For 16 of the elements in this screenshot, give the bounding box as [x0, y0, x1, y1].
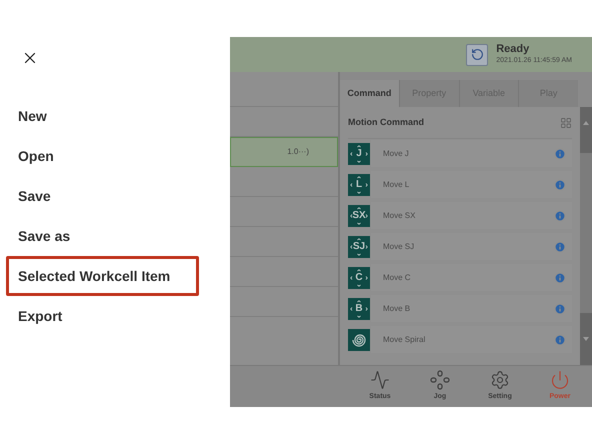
status-label: Ready	[496, 43, 530, 57]
command-glyph: C	[355, 272, 363, 282]
menu-item[interactable]: Save	[6, 176, 199, 216]
menu-item[interactable]: Export	[6, 296, 199, 336]
section-title: Motion Command	[348, 116, 424, 129]
tab[interactable]: Command	[340, 80, 399, 107]
command-glyph: SJ	[352, 242, 366, 252]
program-row[interactable]: 1.0···)	[230, 137, 338, 167]
command-glyph: SX	[352, 210, 366, 220]
command-glyph: B	[355, 304, 363, 314]
command-glyph: J	[356, 148, 362, 158]
menu-item[interactable]: Open	[6, 136, 199, 176]
menu-item[interactable]: Save as	[6, 216, 199, 256]
command-glyph: L	[356, 180, 362, 190]
menu-item[interactable]: New	[6, 96, 199, 136]
menu-item[interactable]: Selected Workcell Item	[6, 256, 199, 296]
